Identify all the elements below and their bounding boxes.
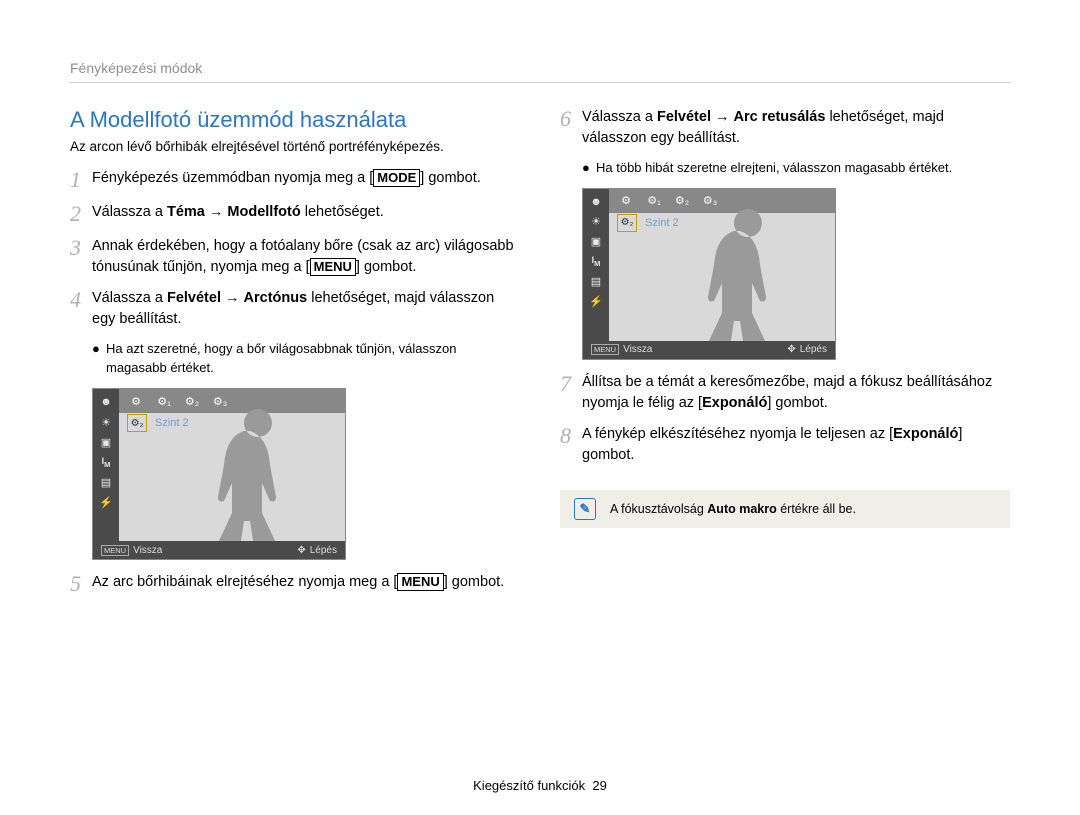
step-text: A fénykép elkészítéséhez nyomja le telje… — [582, 424, 1010, 466]
note-text: A fókusztávolság Auto makro értékre áll … — [610, 502, 856, 516]
face-icon: ☻ — [98, 395, 114, 409]
footer-section: Kiegészítő funkciók — [473, 778, 585, 793]
quality-icon: ▤ — [98, 475, 114, 489]
section-title: A Modellfotó üzemmód használata — [70, 107, 520, 133]
menu-key-icon: MENU — [101, 545, 129, 556]
nav-key-icon: ✥ — [787, 344, 795, 355]
quality-icon: ▤ — [588, 275, 604, 289]
face-icon: ☻ — [588, 195, 604, 209]
level-label: Szint 2 — [155, 417, 189, 429]
step-text: Állítsa be a témát a keresőmezőbe, majd … — [582, 372, 1010, 414]
info-note: ✎ A fókusztávolság Auto makro értékre ál… — [560, 490, 1010, 528]
nav-key-icon: ✥ — [297, 545, 305, 556]
level-icon: ⚙ — [127, 393, 145, 409]
flash-icon: ⚡ — [98, 495, 114, 509]
steps-left: 1Fényképezés üzemmódban nyomja meg a [MO… — [70, 168, 520, 330]
step-text: Fényképezés üzemmódban nyomja meg a [MOD… — [92, 168, 520, 189]
step-text: Válassza a Felvétel → Arc retusálás lehe… — [582, 107, 1010, 149]
person-silhouette-icon — [678, 201, 818, 351]
level-label: Szint 2 — [645, 217, 679, 229]
level-selected-icon: ⚙₂ — [127, 414, 147, 432]
exposure-icon: ☀ — [98, 415, 114, 429]
lcd-left-icons: ☻ ☀ ▣ IM ▤ ⚡ — [93, 389, 119, 559]
back-label: Vissza — [133, 545, 162, 556]
camera-lcd-preview: ☻ ☀ ▣ IM ▤ ⚡ ⚙ ⚙₁ ⚙₂ ⚙₃ ⚙₂ Szint 2 — [92, 388, 346, 560]
menu-key-icon: MENU — [591, 344, 619, 355]
steps-right-2: 7Állítsa be a témát a keresőmezőbe, majd… — [560, 372, 1010, 466]
step-number: 1 — [70, 168, 92, 192]
back-label: Vissza — [623, 344, 652, 355]
focus-icon: ▣ — [588, 235, 604, 249]
flash-icon: ⚡ — [588, 295, 604, 309]
steps-left-2: 5Az arc bőrhibáinak elrejtéséhez nyomja … — [70, 572, 520, 596]
step-text: Annak érdekében, hogy a fotóalany bőre (… — [92, 236, 520, 278]
step-number: 3 — [70, 236, 92, 260]
step-4-bullet: ●Ha azt szeretné, hogy a bőr világosabbn… — [92, 340, 520, 378]
step-number: 5 — [70, 572, 92, 596]
step-number: 7 — [560, 372, 582, 396]
person-silhouette-icon — [188, 401, 328, 551]
info-icon: ✎ — [574, 498, 596, 520]
step-6-bullet: ●Ha több hibát szeretne elrejteni, válas… — [582, 159, 1010, 178]
steps-right: 6Válassza a Felvétel → Arc retusálás leh… — [560, 107, 1010, 149]
left-column: A Modellfotó üzemmód használata Az arcon… — [70, 107, 520, 606]
lcd-left-icons: ☻ ☀ ▣ IM ▤ ⚡ — [583, 189, 609, 359]
step-label: Lépés — [310, 545, 337, 556]
step-number: 6 — [560, 107, 582, 131]
lcd-bottom-bar: MENU Vissza ✥ Lépés — [583, 341, 835, 359]
level-selected-icon: ⚙₂ — [617, 214, 637, 232]
exposure-icon: ☀ — [588, 215, 604, 229]
step-text: Válassza a Téma → Modellfotó lehetőséget… — [92, 202, 520, 223]
step-text: Az arc bőrhibáinak elrejtéséhez nyomja m… — [92, 572, 520, 593]
camera-lcd-preview: ☻ ☀ ▣ IM ▤ ⚡ ⚙ ⚙₁ ⚙₂ ⚙₃ ⚙₂ Szint 2 — [582, 188, 836, 360]
step-number: 4 — [70, 288, 92, 312]
breadcrumb: Fényképezési módok — [70, 60, 1010, 83]
step-label: Lépés — [800, 344, 827, 355]
size-icon: IM — [588, 255, 604, 269]
lcd-bottom-bar: MENU Vissza ✥ Lépés — [93, 541, 345, 559]
level-icon: ⚙ — [617, 193, 635, 209]
step-number: 2 — [70, 202, 92, 226]
page-footer: Kiegészítő funkciók 29 — [0, 778, 1080, 793]
section-subtitle: Az arcon lévő bőrhibák elrejtésével tört… — [70, 139, 520, 154]
right-column: 6Válassza a Felvétel → Arc retusálás leh… — [560, 107, 1010, 606]
step-text: Válassza a Felvétel → Arctónus lehetőség… — [92, 288, 520, 330]
focus-icon: ▣ — [98, 435, 114, 449]
level-icon: ⚙₁ — [155, 393, 173, 409]
footer-page-number: 29 — [592, 778, 606, 793]
step-number: 8 — [560, 424, 582, 448]
size-icon: IM — [98, 455, 114, 469]
level-icon: ⚙₁ — [645, 193, 663, 209]
